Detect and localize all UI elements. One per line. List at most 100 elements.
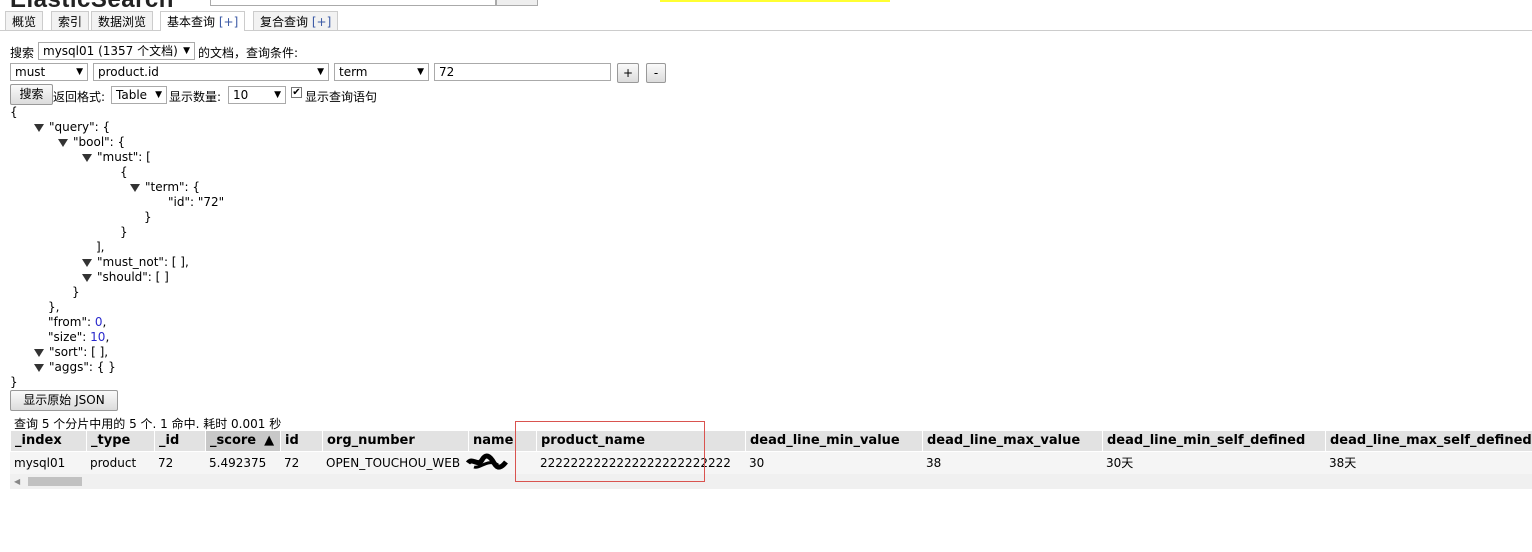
column-header-label: dead_line_max_value [927,433,1081,448]
redacted-name-scribble [466,453,508,470]
json-text: "query": { [49,120,111,134]
show-query-checkbox[interactable]: ✔ [291,87,302,98]
remove-condition-button[interactable]: - [646,63,666,83]
json-line: } [10,375,18,390]
table-cell: OPEN_TOUCHOU_WEB [326,456,461,470]
scrollbar-thumb[interactable] [28,477,82,486]
count-label: 显示数量: [169,90,222,104]
json-line: } [120,225,128,240]
json-text: "from": [48,315,95,329]
json-text: "must": [ [97,150,151,164]
tab-basic-query[interactable]: 基本查询 [+] [160,11,246,31]
collapse-triangle-icon[interactable] [34,124,44,132]
json-line: "aggs": { } [34,360,116,375]
cluster-url-input[interactable] [210,0,496,6]
collapse-triangle-icon[interactable] [82,154,92,162]
table-cell: 30 [749,456,765,470]
json-line: "id": "72" [168,195,224,210]
json-line: } [72,285,80,300]
json-line: "must": [ [82,150,151,165]
index-select[interactable]: mysql01 (1357 个文档) ▼ [38,42,195,60]
column-header[interactable]: dead_line_min_value [745,431,922,451]
tab-data-browser[interactable]: 数据浏览 [91,11,154,30]
json-line: { [120,165,128,180]
operator-select[interactable]: term ▼ [334,63,429,81]
column-header[interactable]: _type [86,431,154,451]
column-header-label: _type [91,433,131,448]
column-header[interactable]: _index [10,431,86,451]
json-text: { [10,105,18,119]
column-header[interactable]: _score ▲ [205,431,280,451]
horizontal-scrollbar[interactable] [10,474,1532,489]
bool-select-value: must [15,65,46,79]
table-cell: product [90,456,137,470]
table-cell: mysql01 [14,456,66,470]
checkmark-icon: ✔ [292,87,301,98]
collapse-triangle-icon[interactable] [82,259,92,267]
column-header-label: dead_line_min_self_defined [1107,433,1306,448]
column-header[interactable]: id [280,431,322,451]
json-text: "size": [48,330,91,344]
column-header[interactable]: _id [154,431,205,451]
json-line: "sort": [ ], [34,345,108,360]
add-condition-button[interactable]: + [617,63,639,83]
search-button[interactable]: 搜索 [10,84,53,105]
chevron-down-icon: ▼ [155,90,162,100]
collapse-triangle-icon[interactable] [58,139,68,147]
json-text: { [120,165,128,179]
collapse-triangle-icon[interactable] [130,184,140,192]
table-cell: 72 [158,456,174,470]
json-text: }, [48,300,60,314]
json-line: "query": { [34,120,110,135]
collapse-triangle-icon[interactable] [82,274,92,282]
query-value-input[interactable]: 72 [434,63,611,81]
json-text: "id": "72" [168,195,225,209]
field-select[interactable]: product.id ▼ [93,63,329,81]
column-header[interactable]: dead_line_max_value [922,431,1102,451]
json-text: "term": { [145,180,201,194]
search-label: 搜索 [10,46,35,60]
scroll-left-icon[interactable]: ◀ [14,477,20,486]
json-line: "size": 10, [48,330,109,345]
column-header-label: _score [210,433,257,448]
table-cell: 72 [284,456,300,470]
tab-compound-query[interactable]: 复合查询 [+] [253,11,339,30]
operator-select-value: term [339,65,368,79]
tab-add-icon[interactable]: [+] [312,15,331,29]
json-text: } [10,375,18,389]
tab-add-icon[interactable]: [+] [219,15,238,29]
chevron-down-icon: ▼ [183,46,190,56]
count-select-value: 10 [233,88,249,102]
column-header-label: id [285,433,299,448]
json-line: "bool": { [58,135,125,150]
json-line: ], [96,240,105,255]
count-select[interactable]: 10 ▼ [228,86,286,104]
json-text: ], [96,240,105,254]
json-line: } [144,210,152,225]
format-select-value: Table [116,88,148,102]
column-header[interactable]: dead_line_max_self_defined [1325,431,1532,451]
connect-button[interactable] [496,0,538,6]
column-header[interactable]: org_number [322,431,468,451]
chevron-down-icon: ▼ [76,67,83,77]
tab-label: 基本查询 [167,15,216,29]
format-select[interactable]: Table ▼ [111,86,167,104]
tab-label: 复合查询 [260,15,309,29]
tab-overview[interactable]: 概览 [5,11,44,30]
collapse-triangle-icon[interactable] [34,364,44,372]
column-header-label: dead_line_min_value [750,433,900,448]
json-text: "should": [ ] [97,270,169,284]
collapse-triangle-icon[interactable] [34,349,44,357]
column-header[interactable]: dead_line_min_self_defined [1102,431,1325,451]
json-line: "term": { [130,180,200,195]
bool-select[interactable]: must ▼ [10,63,88,81]
column-header-label: name [473,433,514,448]
table-cell: 30天 [1106,456,1134,470]
tab-label: 概览 [12,15,37,29]
tab-indices[interactable]: 索引 [51,11,90,30]
json-line: { [10,105,18,120]
json-line: "from": 0, [48,315,106,330]
show-raw-json-button[interactable]: 显示原始 JSON [10,390,118,411]
json-line: "must_not": [ ], [82,255,189,270]
sort-ascending-icon: ▲ [264,433,275,448]
